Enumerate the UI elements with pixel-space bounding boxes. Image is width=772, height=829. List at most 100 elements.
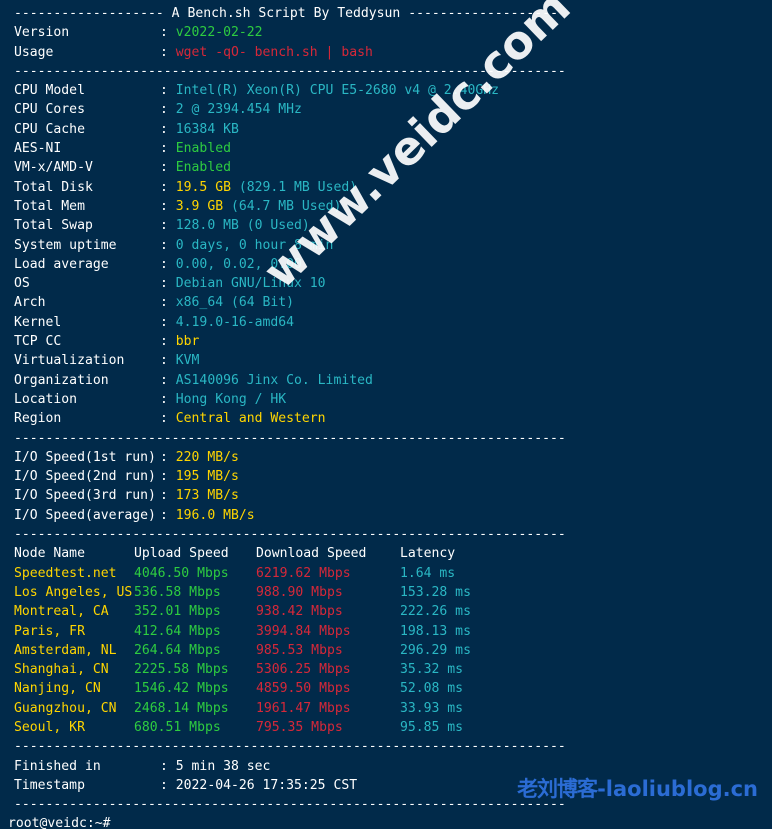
system-info-row: Organization: AS140096 Jinx Co. Limited: [0, 371, 772, 390]
info-label: Version: [14, 25, 70, 41]
system-info-label: OS: [14, 276, 30, 292]
info-row-usage: Usage: wget -qO- bench.sh | bash: [0, 43, 772, 62]
speedtest-latency: 35.32 ms: [400, 662, 464, 678]
terminal-output: ------------------- A Bench.sh Script By…: [0, 0, 772, 829]
system-info-value: Central and Western: [175, 411, 326, 427]
system-info-label: Virtualization: [14, 353, 125, 369]
system-info-label: System uptime: [14, 237, 117, 253]
speedtest-table-body: Speedtest.net 4046.50 Mbps 6219.62 Mbps 1.6…: [0, 564, 772, 738]
speedtest-node-name: Shanghai, CN: [14, 662, 109, 678]
io-speed-row: I/O Speed(2nd run): 195 MB/s: [0, 467, 772, 486]
io-speed-block: I/O Speed(1st run): 220 MB/s I/O Speed(2n…: [0, 448, 772, 525]
speedtest-upload: 352.01 Mbps: [134, 604, 221, 620]
speedtest-download: 6219.62 Mbps: [256, 565, 351, 581]
speedtest-latency: 222.26 ms: [400, 604, 471, 620]
header-title-spacer2: [400, 6, 408, 21]
speedtest-row: Paris, FR 412.64 Mbps 3994.84 Mbps 198.13 m…: [0, 622, 772, 641]
system-info-row: OS: Debian GNU/Linux 10: [0, 274, 772, 293]
speedtest-node-name: Amsterdam, NL: [14, 642, 117, 658]
shell-prompt[interactable]: root@veidc:~#: [0, 814, 772, 829]
speedtest-latency: 153.28 ms: [400, 584, 471, 600]
system-info-value-detail: (64.7 MB Used): [223, 198, 342, 214]
system-info-colon: :: [160, 334, 176, 350]
separator-2: ----------------------------------------…: [14, 430, 566, 446]
system-info-label: TCP CC: [14, 334, 62, 350]
system-info-row: Total Disk: 19.5 GB (829.1 MB Used): [0, 178, 772, 197]
summary-row: Timestamp: 2022-04-26 17:35:25 CST: [0, 776, 772, 795]
system-info-colon: :: [160, 121, 176, 137]
speedtest-latency: 95.85 ms: [400, 719, 464, 735]
info-colon: :: [160, 44, 176, 60]
io-speed-row: I/O Speed(1st run): 220 MB/s: [0, 448, 772, 467]
system-info-value: 19.5 GB: [175, 179, 231, 195]
system-info-value: Debian GNU/Linux 10: [175, 276, 326, 292]
info-row-version: Version: v2022-02-22: [0, 23, 772, 42]
speedtest-row: Montreal, CA 352.01 Mbps 938.42 Mbps 222.26…: [0, 602, 772, 621]
speedtest-node-name: Los Angeles, US: [14, 584, 133, 600]
speedtest-row: Seoul, KR 680.51 Mbps 795.35 Mbps 95.85 ms: [0, 718, 772, 737]
system-info-row: Total Swap: 128.0 MB (0 Used): [0, 216, 772, 235]
system-info-colon: :: [160, 295, 176, 311]
info-colon: :: [160, 25, 176, 41]
speedtest-row: Guangzhou, CN 2468.14 Mbps 1961.47 Mbps 33.…: [0, 699, 772, 718]
speedtest-upload: 536.58 Mbps: [134, 584, 221, 600]
speedtest-row: Los Angeles, US 536.58 Mbps 988.90 Mbps 153…: [0, 583, 772, 602]
speedtest-table-header: Node Name Upload Speed Download Speed Laten…: [0, 544, 772, 563]
system-info-label: Region: [14, 411, 62, 427]
system-info-row: Virtualization: KVM: [0, 351, 772, 370]
speedtest-row: Shanghai, CN 2225.58 Mbps 5306.25 Mbps 35.3…: [0, 660, 772, 679]
speedtest-row: Nanjing, CN 1546.42 Mbps 4859.50 Mbps 52.08…: [0, 679, 772, 698]
system-info-row: Arch: x86_64 (64 Bit): [0, 293, 772, 312]
speedtest-column-header: Upload Speed: [134, 546, 229, 562]
system-info-row: Kernel: 4.19.0-16-amd64: [0, 313, 772, 332]
terminal-window: ------------------- A Bench.sh Script By…: [0, 0, 772, 829]
system-info-label: VM-x/AMD-V: [14, 160, 93, 176]
summary-value: 5 min 38 sec: [175, 758, 271, 774]
system-info-row: Region: Central and Western: [0, 409, 772, 428]
speedtest-header-row: Node Name Upload Speed Download Speed Laten…: [0, 544, 772, 563]
system-info-colon: :: [160, 256, 176, 272]
io-speed-label: I/O Speed(1st run): [14, 449, 156, 465]
speedtest-column-header: Download Speed: [256, 546, 367, 562]
system-info-colon: :: [160, 237, 176, 253]
system-info-value: 0 days, 0 hour 8 min: [175, 237, 334, 253]
system-info-colon: :: [160, 353, 176, 369]
speedtest-download: 4859.50 Mbps: [256, 681, 351, 697]
header-banner: ------------------- A Bench.sh Script By…: [0, 4, 772, 23]
system-info-row: VM-x/AMD-V: Enabled: [0, 158, 772, 177]
system-info-value: AS140096 Jinx Co. Limited: [175, 372, 373, 388]
io-speed-value: 220 MB/s: [175, 449, 239, 465]
info-value: wget -qO- bench.sh | bash: [175, 44, 373, 60]
io-speed-row: I/O Speed(3rd run): 173 MB/s: [0, 486, 772, 505]
system-info-row: CPU Model: Intel(R) Xeon(R) CPU E5-2680 …: [0, 81, 772, 100]
speedtest-column-header: Node Name: [14, 546, 85, 562]
speedtest-latency: 1.64 ms: [400, 565, 456, 581]
system-info-value: 128.0 MB (0 Used): [175, 218, 310, 234]
system-info-label: Load average: [14, 256, 109, 272]
header-dashes-right: -------------------: [408, 6, 558, 21]
summary-colon: :: [160, 758, 176, 774]
system-info-value: 16384 KB: [175, 121, 239, 137]
summary-row: Finished in: 5 min 38 sec: [0, 757, 772, 776]
system-info-label: Total Mem: [14, 198, 85, 214]
summary-colon: :: [160, 777, 176, 793]
speedtest-node-name: Guangzhou, CN: [14, 700, 117, 716]
system-info-colon: :: [160, 372, 176, 388]
system-info-value-detail: (829.1 MB Used): [230, 179, 358, 195]
separator-4: ----------------------------------------…: [14, 739, 566, 755]
system-info-value: Enabled: [175, 141, 231, 157]
io-speed-label: I/O Speed(2nd run): [14, 469, 156, 485]
header-dashes-left: -------------------: [14, 6, 164, 21]
system-info-colon: :: [160, 83, 176, 99]
system-info-label: Total Disk: [14, 179, 93, 195]
system-info-label: CPU Cores: [14, 102, 85, 118]
speedtest-node-name: Montreal, CA: [14, 604, 109, 620]
system-info-value: 4.19.0-16-amd64: [175, 314, 295, 330]
system-info-row: Location: Hong Kong / HK: [0, 390, 772, 409]
speedtest-upload: 2468.14 Mbps: [134, 700, 229, 716]
io-speed-colon: :: [160, 449, 176, 465]
speedtest-download: 985.53 Mbps: [256, 642, 343, 658]
info-value: v2022-02-22: [175, 25, 263, 41]
speedtest-node-name: Speedtest.net: [14, 565, 117, 581]
io-speed-value: 195 MB/s: [175, 469, 239, 485]
